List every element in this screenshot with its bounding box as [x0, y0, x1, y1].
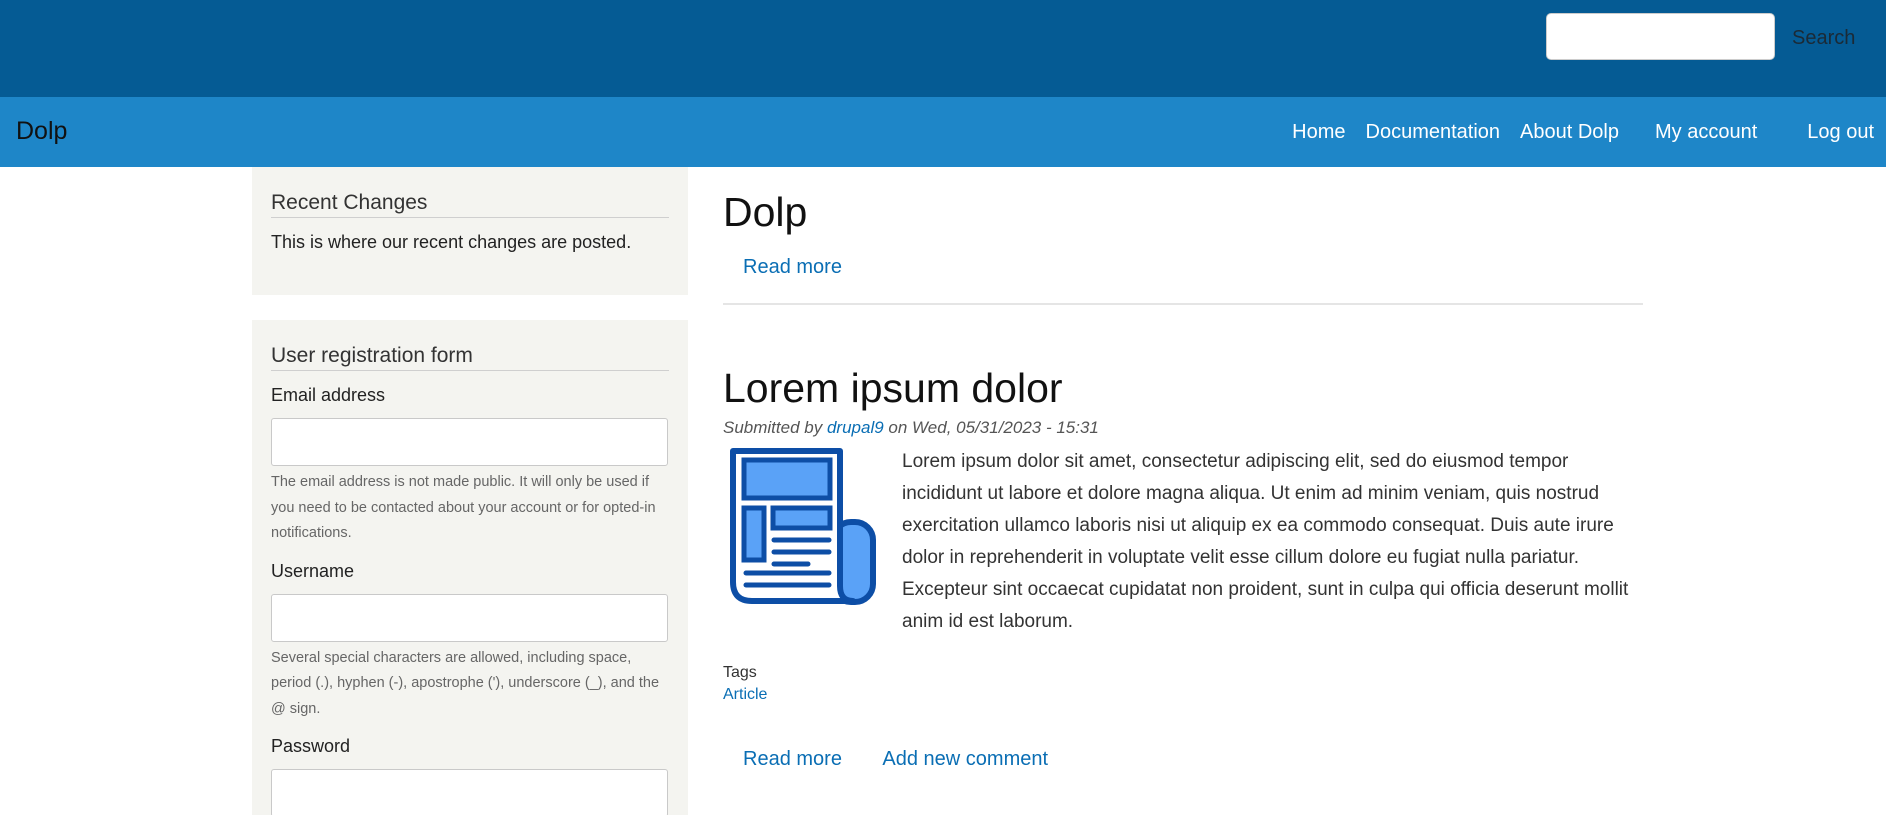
read-more-link[interactable]: Read more: [743, 256, 842, 279]
content-divider: [723, 303, 1643, 305]
password-label: Password: [271, 736, 351, 756]
tags-label: Tags: [723, 664, 757, 681]
registration-form-block: User registration form Email address The…: [252, 320, 688, 815]
recent-changes-text: This is where our recent changes are pos…: [271, 232, 632, 252]
main-menu: Home Documentation About Dolp My account…: [1282, 97, 1886, 167]
tag-link-article[interactable]: Article: [723, 686, 1643, 704]
email-label: Email address: [271, 385, 386, 405]
article-read-more-link[interactable]: Read more: [743, 748, 842, 770]
nav-link-about[interactable]: About Dolp: [1520, 121, 1619, 144]
nav-link-documentation[interactable]: Documentation: [1366, 121, 1501, 144]
primary-nav-bar: Dolp Home Documentation About Dolp My ac…: [0, 97, 1886, 167]
author-link[interactable]: drupal9: [827, 418, 884, 437]
main-content: Dolp Read more Lorem ipsum dolor Submitt…: [723, 167, 1643, 771]
article: Lorem ipsum dolor Submitted by drupal9 o…: [723, 365, 1643, 771]
search-button[interactable]: Search: [1780, 22, 1867, 54]
email-field[interactable]: [271, 418, 668, 466]
recent-changes-title: Recent Changes: [271, 191, 669, 218]
username-description: Several special characters are allowed, …: [271, 649, 660, 717]
submitted-prefix: Submitted by: [723, 418, 823, 437]
username-label: Username: [271, 560, 355, 581]
nav-link-log-out[interactable]: Log out: [1807, 121, 1874, 144]
recent-changes-block: Recent Changes This is where our recent …: [252, 167, 688, 295]
site-name-link[interactable]: Dolp: [16, 117, 67, 146]
email-description: The email address is not made public. It…: [271, 474, 656, 541]
add-comment-link[interactable]: Add new comment: [882, 748, 1048, 770]
nav-link-my-account[interactable]: My account: [1655, 121, 1757, 144]
password-field[interactable]: [271, 769, 668, 815]
newspaper-icon: [730, 448, 876, 605]
search-input[interactable]: [1546, 13, 1775, 60]
submitted-date: on Wed, 05/31/2023 - 15:31: [888, 418, 1099, 437]
article-text: Lorem ipsum dolor sit amet, consectetur …: [902, 451, 1629, 632]
username-field[interactable]: [271, 593, 668, 642]
submitted-info: Submitted by drupal9 on Wed, 05/31/2023 …: [723, 418, 1643, 438]
article-links: Read more Add new comment: [743, 748, 1643, 771]
article-body: Lorem ipsum dolor sit amet, consectetur …: [723, 446, 1643, 638]
page-title: Dolp: [723, 189, 808, 235]
nav-link-home[interactable]: Home: [1292, 121, 1345, 144]
article-title[interactable]: Lorem ipsum dolor: [723, 365, 1643, 412]
registration-form-title: User registration form: [271, 344, 669, 371]
top-header-bar: Search: [0, 0, 1886, 97]
